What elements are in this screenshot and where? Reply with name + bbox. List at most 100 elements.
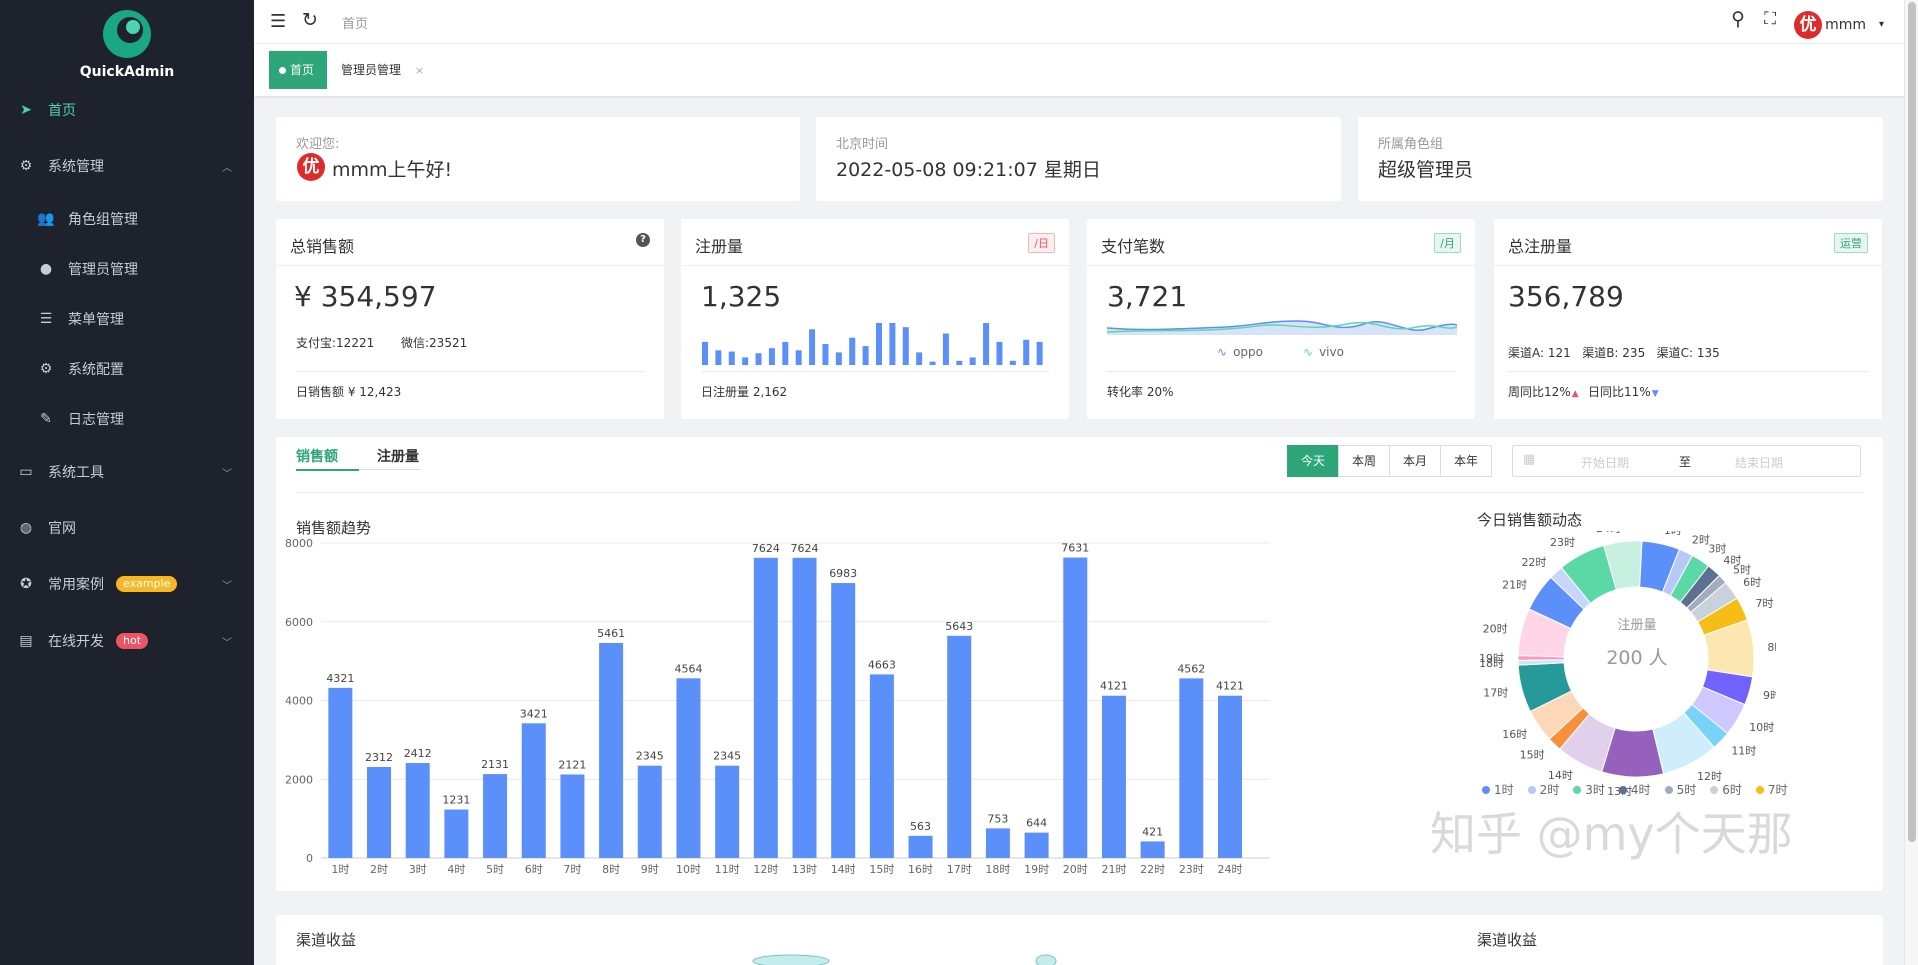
mini-bar bbox=[728, 351, 735, 365]
bar[interactable] bbox=[947, 635, 972, 858]
bar[interactable] bbox=[792, 557, 817, 858]
pie-legend-item[interactable]: 5时 bbox=[1664, 783, 1696, 797]
range-month-button[interactable]: 本月 bbox=[1389, 445, 1442, 477]
time-value: 2022-05-08 09:21:07 星期日 bbox=[836, 159, 1101, 181]
role-card: 所属角色组 超级管理员 bbox=[1358, 117, 1883, 201]
refresh-icon[interactable]: ↻ bbox=[302, 9, 318, 31]
bar[interactable] bbox=[483, 774, 508, 858]
gear-icon: ⚙ bbox=[19, 158, 33, 174]
tab-home[interactable]: 首页 bbox=[269, 51, 327, 89]
card-footer: 日销售额 ¥ 12,423 bbox=[296, 385, 402, 399]
sidebar-item-log[interactable]: ✎ 日志管理 bbox=[0, 398, 254, 440]
x-tick-label: 1时 bbox=[331, 863, 349, 876]
bar[interactable] bbox=[753, 557, 778, 858]
search-icon[interactable]: ⚲ bbox=[1731, 8, 1745, 30]
x-tick-label: 5时 bbox=[486, 863, 504, 876]
bar[interactable] bbox=[328, 687, 353, 858]
app-logo[interactable]: QuickAdmin bbox=[0, 0, 254, 90]
sidebar-item-home[interactable]: ➤ 首页 bbox=[0, 89, 254, 131]
sidebar-item-tools[interactable]: ▭ 系统工具 ﹀ bbox=[0, 451, 254, 493]
menu-toggle-icon[interactable]: ☰ bbox=[270, 11, 286, 32]
close-icon[interactable]: × bbox=[415, 64, 424, 77]
tab-admin-manage[interactable]: 管理员管理 × bbox=[341, 51, 424, 89]
pie-legend-item[interactable]: 2时 bbox=[1527, 783, 1559, 797]
mini-bar bbox=[969, 357, 976, 365]
bar[interactable] bbox=[367, 766, 392, 858]
active-dot-icon bbox=[279, 67, 286, 74]
range-today-button[interactable]: 今天 bbox=[1287, 445, 1340, 477]
quickadmin-logo-icon bbox=[103, 10, 151, 58]
operation-tag: 运营 bbox=[1834, 233, 1868, 253]
bar[interactable] bbox=[599, 642, 624, 858]
pie-legend-item[interactable]: 7时 bbox=[1755, 783, 1787, 797]
sidebar-item-menu[interactable]: ☰ 菜单管理 bbox=[0, 298, 254, 340]
pie-legend-item[interactable]: 3时 bbox=[1573, 783, 1605, 797]
bar[interactable] bbox=[1140, 841, 1165, 858]
bar[interactable] bbox=[1063, 557, 1088, 858]
range-week-button[interactable]: 本周 bbox=[1338, 445, 1391, 477]
tabs-bar: 首页 管理员管理 × bbox=[254, 44, 1918, 96]
pie-legend-item[interactable]: 1时 bbox=[1482, 783, 1514, 797]
pie-slice-label: 8时 bbox=[1767, 641, 1776, 654]
role-value: 超级管理员 bbox=[1378, 159, 1474, 181]
bar[interactable] bbox=[869, 674, 894, 858]
date-range-picker[interactable]: ▦ 开始日期 至 结束日期 bbox=[1512, 445, 1861, 477]
bar[interactable] bbox=[1101, 695, 1126, 858]
bar-value-label: 7624 bbox=[791, 542, 819, 555]
pie-center-label: 注册量 bbox=[1617, 618, 1657, 633]
pie-legend-item[interactable]: 4时 bbox=[1618, 783, 1651, 797]
scroll-thumb[interactable] bbox=[1908, 2, 1916, 842]
help-icon[interactable]: ? bbox=[636, 233, 650, 247]
start-date-input[interactable]: 开始日期 bbox=[1581, 454, 1629, 471]
bar-value-label: 4564 bbox=[674, 662, 702, 675]
tab-sales[interactable]: 销售额 bbox=[296, 446, 338, 466]
chart-title: 销售额趋势 bbox=[296, 519, 372, 537]
bar[interactable] bbox=[831, 583, 856, 858]
bar[interactable] bbox=[985, 828, 1010, 858]
sidebar-item-label: 常用案例 bbox=[48, 577, 104, 593]
bar[interactable] bbox=[405, 763, 430, 858]
range-year-button[interactable]: 本年 bbox=[1440, 445, 1493, 477]
breadcrumb[interactable]: 首页 bbox=[342, 13, 368, 32]
pie-slice-label: 7时 bbox=[1755, 597, 1773, 610]
mini-bar bbox=[996, 341, 1003, 365]
bar[interactable] bbox=[1024, 832, 1049, 858]
chevron-down-icon: ﹀ bbox=[222, 580, 232, 592]
pie-slice-label: 1时 bbox=[1664, 531, 1682, 537]
card-title: 总销售额 bbox=[290, 237, 355, 256]
bar[interactable] bbox=[560, 774, 585, 858]
bar[interactable] bbox=[444, 809, 469, 858]
bar[interactable] bbox=[715, 765, 740, 858]
sidebar-item-system[interactable]: ⚙ 系统管理 ︿ bbox=[0, 145, 254, 187]
weekly-compare: 周同比12%▲ bbox=[1508, 385, 1579, 399]
user-dropdown-icon[interactable]: ▾ bbox=[1879, 19, 1884, 30]
bar[interactable] bbox=[908, 835, 933, 858]
legend-dot-icon bbox=[1573, 786, 1582, 794]
page-scrollbar[interactable] bbox=[1904, 0, 1918, 965]
avatar[interactable]: 优 bbox=[1794, 11, 1822, 39]
bar[interactable] bbox=[1179, 678, 1204, 858]
sidebar-item-config[interactable]: ⚙ 系统配置 bbox=[0, 348, 254, 390]
sidebar-item-role-group[interactable]: 👥 角色组管理 bbox=[0, 198, 254, 240]
card-title: 渠道收益 bbox=[296, 931, 357, 949]
x-tick-label: 10时 bbox=[676, 863, 701, 876]
bar[interactable] bbox=[521, 723, 546, 858]
sidebar-item-admin[interactable]: ● 管理员管理 bbox=[0, 248, 254, 290]
fullscreen-icon[interactable]: ⛶ bbox=[1764, 9, 1776, 29]
bar[interactable] bbox=[676, 678, 701, 858]
end-date-input[interactable]: 结束日期 bbox=[1735, 454, 1783, 471]
sidebar-item-online-dev[interactable]: ▤ 在线开发 hot ﹀ bbox=[0, 620, 254, 662]
sidebar-item-examples[interactable]: ✪ 常用案例 example ﹀ bbox=[0, 563, 254, 605]
mini-bar bbox=[809, 329, 816, 365]
x-tick-label: 21时 bbox=[1101, 863, 1126, 876]
bar-value-label: 2121 bbox=[558, 758, 586, 771]
role-label: 所属角色组 bbox=[1378, 137, 1444, 152]
bar[interactable] bbox=[637, 765, 662, 858]
bar[interactable] bbox=[1218, 695, 1242, 858]
user-name[interactable]: mmm bbox=[1825, 17, 1866, 33]
sidebar-item-website[interactable]: ◍ 官网 bbox=[0, 507, 254, 549]
pie-legend-item[interactable]: 6时 bbox=[1710, 783, 1742, 797]
tab-registrations[interactable]: 注册量 bbox=[377, 446, 419, 466]
time-label: 北京时间 bbox=[836, 137, 889, 152]
legend-dot-icon bbox=[1482, 786, 1490, 794]
